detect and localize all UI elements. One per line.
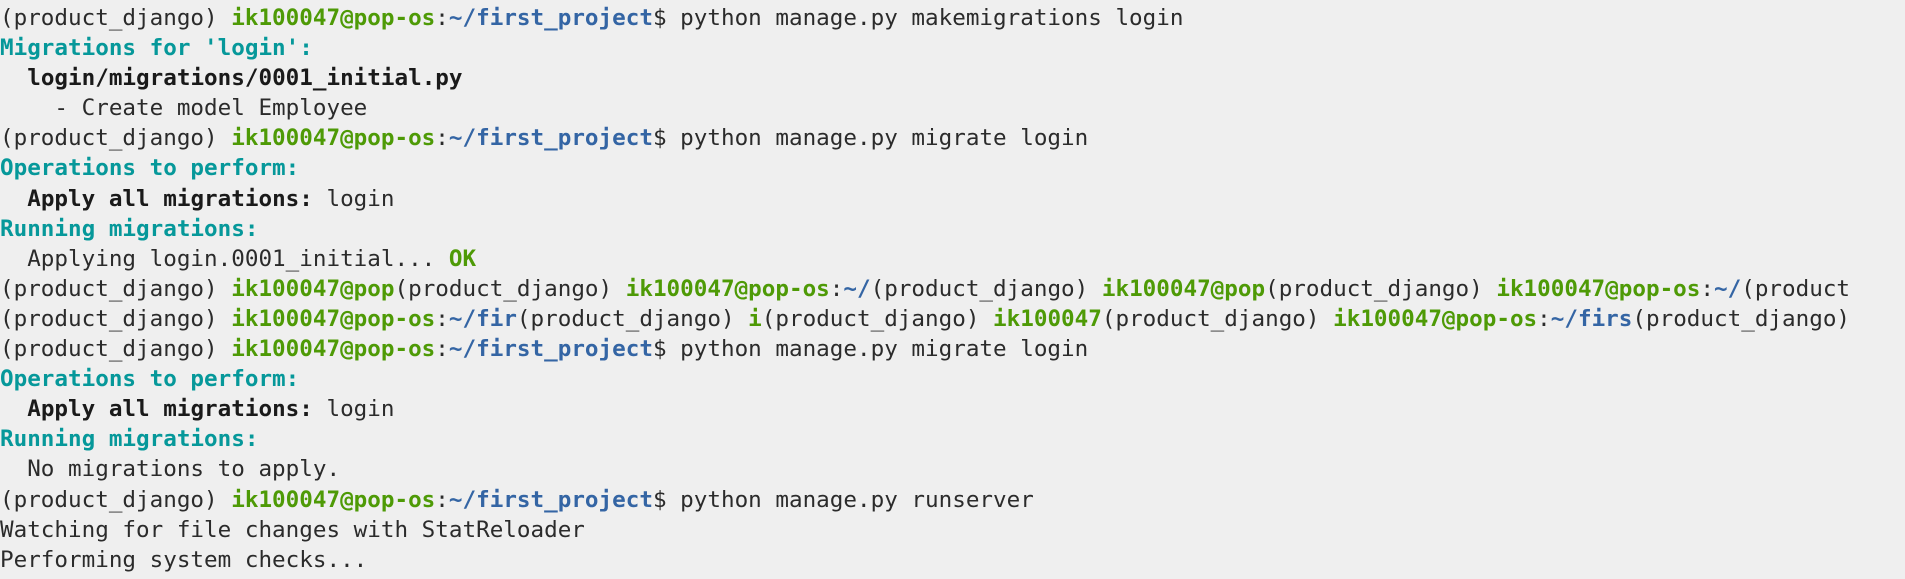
terminal-window[interactable]: (product_django) ik100047@pop-os:~/first…: [0, 0, 1905, 579]
output-text: - Create model Employee: [0, 95, 368, 122]
output-text: Watching for file changes with StatReloa…: [0, 516, 585, 543]
output-text: :: [829, 275, 844, 302]
output-bold-text: login/migrations/0001_initial.py: [27, 65, 463, 92]
terminal-line: Applying login.0001_initial... OK: [0, 244, 1905, 274]
output-text: :: [435, 305, 449, 332]
prompt-user-host: ik100047@pop: [231, 275, 395, 302]
terminal-line: Operations to perform:: [0, 364, 1905, 394]
prompt-path: ~/firs: [1550, 305, 1633, 332]
output-text: (product_django): [0, 275, 232, 302]
output-text: (product_django): [394, 275, 626, 302]
output-text: (product_django): [0, 336, 232, 363]
terminal-line: login/migrations/0001_initial.py: [0, 63, 1905, 93]
output-heading: Running migrations:: [0, 426, 259, 453]
prompt-user-host: ik100047@pop-os: [625, 275, 830, 302]
output-bold-text: Apply all migrations:: [27, 185, 313, 212]
output-text: (product_django): [0, 125, 232, 152]
prompt-user-host: ik100047@pop-os: [231, 125, 436, 152]
prompt-user-host: ik100047@pop-os: [1333, 305, 1538, 332]
output-heading: Running migrations:: [0, 215, 259, 242]
terminal-line: Operations to perform:: [0, 153, 1905, 183]
terminal-line: Apply all migrations: login: [0, 394, 1905, 424]
terminal-line: (product_django) ik100047@pop-os:~/first…: [0, 485, 1905, 515]
prompt-path: ~/first_project: [448, 125, 653, 152]
output-text: (product: [1741, 275, 1851, 302]
terminal-line: Watching for file changes with StatReloa…: [0, 515, 1905, 545]
prompt-path: ~/: [843, 275, 871, 302]
output-text: :: [1700, 275, 1714, 302]
output-text: (product_django): [0, 5, 232, 31]
prompt-path: ~/: [1714, 275, 1742, 302]
output-heading: Migrations for 'login':: [0, 35, 313, 62]
output-text: :: [1537, 305, 1551, 332]
terminal-line: No migrations to apply.: [0, 454, 1905, 484]
output-text: (product_django): [0, 486, 232, 513]
prompt-user-host: ik100047: [993, 305, 1102, 332]
output-text: (product_django): [516, 305, 749, 332]
output-text: $ python manage.py runserver: [652, 486, 1034, 513]
output-text: login: [312, 185, 395, 212]
output-text: :: [435, 5, 449, 31]
terminal-line: - Create model Employee: [0, 93, 1905, 123]
terminal-line: Performing system checks...: [0, 545, 1905, 575]
prompt-user-host: ik100047@pop-os: [231, 486, 436, 513]
prompt-user-host: ik100047@pop-os: [1496, 275, 1701, 302]
terminal-line: (product_django) ik100047@pop-os:~/first…: [0, 123, 1905, 153]
prompt-user-host: ik100047@pop-os: [231, 336, 436, 363]
prompt-user-host: i: [748, 305, 762, 332]
output-text: Applying login.0001_initial...: [0, 245, 449, 272]
output-text: (product_django): [1101, 305, 1334, 332]
prompt-path: ~/fir: [448, 305, 517, 332]
terminal-line: (product_django) ik100047@pop-os:~/first…: [0, 334, 1905, 364]
prompt-user-host: ik100047@pop-os: [231, 5, 436, 31]
output-text: :: [435, 336, 449, 363]
prompt-path: ~/first_project: [448, 336, 653, 363]
output-text: (product_django): [761, 305, 994, 332]
terminal-line: Running migrations:: [0, 214, 1905, 244]
terminal-line: Migrations for 'login':: [0, 33, 1905, 63]
output-text: :: [435, 125, 449, 152]
output-text: (product_django): [1632, 305, 1851, 332]
terminal-line: (product_django) ik100047@pop(product_dj…: [0, 274, 1905, 304]
output-bold-text: Apply all migrations:: [27, 396, 313, 423]
output-text: $ python manage.py migrate login: [652, 125, 1089, 152]
output-text: (product_django): [870, 275, 1102, 302]
output-text: $ python manage.py makemigrations login: [652, 5, 1184, 31]
output-text: login: [312, 396, 395, 423]
prompt-user-host: ik100047@pop: [1101, 275, 1266, 302]
prompt-path: ~/first_project: [448, 486, 653, 513]
output-text: No migrations to apply.: [0, 456, 341, 483]
output-text: (product_django): [0, 305, 232, 332]
prompt-path: ~/first_project: [448, 5, 653, 31]
terminal-line: (product_django) ik100047@pop-os:~/first…: [0, 3, 1905, 33]
status-ok: OK: [448, 245, 477, 272]
output-text: $ python manage.py migrate login: [652, 336, 1089, 363]
terminal-line: (product_django) ik100047@pop-os:~/fir(p…: [0, 304, 1905, 334]
output-text: Performing system checks...: [0, 546, 368, 573]
output-heading: Operations to perform:: [0, 155, 300, 182]
output-heading: Operations to perform:: [0, 366, 300, 393]
output-text: (product_django): [1265, 275, 1497, 302]
prompt-user-host: ik100047@pop-os: [231, 305, 436, 332]
terminal-line: Running migrations:: [0, 424, 1905, 454]
terminal-line: Apply all migrations: login: [0, 184, 1905, 214]
output-text: :: [435, 486, 449, 513]
